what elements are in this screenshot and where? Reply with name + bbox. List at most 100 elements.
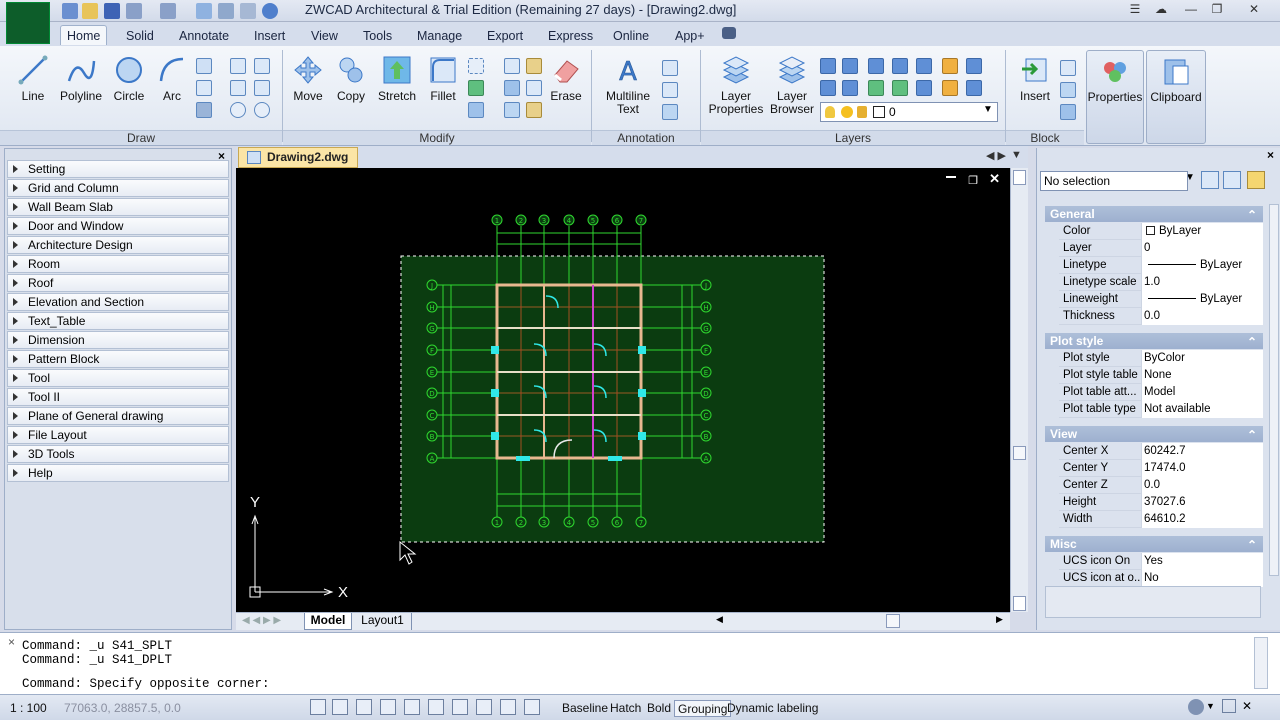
trim-icon[interactable]: [468, 58, 484, 74]
spline-icon[interactable]: [230, 58, 246, 74]
revcloud-icon[interactable]: [230, 80, 246, 96]
hscroll-left-icon[interactable]: ◀: [716, 614, 728, 628]
property-row[interactable]: Height 37027.6: [1059, 494, 1263, 511]
osnap-icon[interactable]: [404, 699, 420, 715]
properties-scrollbar[interactable]: [1269, 204, 1279, 576]
collapse-icon[interactable]: ⌃: [1247, 537, 1257, 553]
selection-dropdown[interactable]: No selection: [1040, 171, 1188, 191]
property-value[interactable]: 0.0: [1141, 477, 1263, 494]
scroll-thumb[interactable]: [1013, 446, 1026, 460]
open-folder-icon[interactable]: [82, 3, 98, 19]
quick-select-icon[interactable]: [1247, 171, 1265, 189]
property-row[interactable]: Lineweight ByLayer: [1059, 291, 1263, 308]
property-row[interactable]: Width 64610.2: [1059, 511, 1263, 528]
create-block-icon[interactable]: [1060, 60, 1076, 76]
layer-tool-9-icon[interactable]: [842, 80, 858, 96]
property-value[interactable]: 0: [1141, 240, 1263, 257]
layer-tool-14-icon[interactable]: [966, 80, 982, 96]
clipboard-button[interactable]: Clipboard: [1146, 50, 1206, 144]
undo-icon[interactable]: [126, 3, 142, 19]
collapse-icon[interactable]: ⌃: [1247, 334, 1257, 350]
menu-item[interactable]: Architecture Design: [7, 236, 229, 254]
property-value[interactable]: 0.0: [1141, 308, 1263, 325]
tab-model[interactable]: Model: [304, 613, 352, 630]
layer-tool-3-icon[interactable]: [868, 58, 884, 74]
otrack-icon[interactable]: [428, 699, 444, 715]
pencil-icon[interactable]: [526, 58, 542, 74]
hscroll-thumb[interactable]: [886, 614, 900, 628]
menu-item[interactable]: Tool: [7, 369, 229, 387]
menu-item[interactable]: Door and Window: [7, 217, 229, 235]
scale-icon[interactable]: [526, 80, 542, 96]
layer-tool-8-icon[interactable]: [820, 80, 836, 96]
layer-tool-2-icon[interactable]: [842, 58, 858, 74]
explode-icon[interactable]: [468, 102, 484, 118]
fullscreen-icon[interactable]: [1222, 699, 1236, 713]
new-file-icon[interactable]: [62, 3, 78, 19]
multiline-text-button[interactable]: A Multiline Text: [600, 50, 656, 126]
property-value[interactable]: 37027.6: [1141, 494, 1263, 511]
match-icon[interactable]: [526, 102, 542, 118]
plot-preview-icon[interactable]: [196, 3, 212, 19]
close-button[interactable]: ✕: [1232, 0, 1276, 18]
menu-item[interactable]: Plane of General drawing: [7, 407, 229, 425]
move-button[interactable]: Move: [288, 50, 328, 126]
property-row[interactable]: Linetype scale 1.0: [1059, 274, 1263, 291]
layer-properties-button[interactable]: Layer Properties: [706, 50, 766, 126]
property-value[interactable]: ByColor: [1141, 350, 1263, 367]
layer-tool-1-icon[interactable]: [820, 58, 836, 74]
collapse-icon[interactable]: ⌃: [1247, 207, 1257, 223]
settings-gear-icon[interactable]: [1188, 699, 1204, 715]
menu-item[interactable]: Wall Beam Slab: [7, 198, 229, 216]
copy-button[interactable]: Copy: [332, 50, 370, 126]
layer-tool-13-icon[interactable]: [942, 80, 958, 96]
help-icon[interactable]: [262, 3, 278, 19]
section-header-view[interactable]: View ⌃: [1045, 426, 1263, 442]
scroll-up-icon[interactable]: [1013, 170, 1026, 185]
tab-insert[interactable]: Insert: [248, 26, 291, 46]
property-value[interactable]: Yes: [1141, 553, 1263, 570]
layer-browser-button[interactable]: Layer Browser: [768, 50, 816, 126]
properties-panel-button[interactable]: Properties: [1086, 50, 1144, 144]
hatch-toggle[interactable]: Hatch: [610, 700, 641, 717]
grouping-toggle[interactable]: Grouping: [674, 700, 732, 717]
point-icon[interactable]: [196, 58, 212, 74]
tab-manage[interactable]: Manage: [411, 26, 468, 46]
menu-icon[interactable]: ☰: [1122, 0, 1148, 18]
property-value[interactable]: ByLayer: [1141, 291, 1263, 308]
menu-item[interactable]: Text_Table: [7, 312, 229, 330]
command-prompt[interactable]: Command: Specify opposite corner:: [22, 677, 270, 691]
restore-button[interactable]: ❐: [1204, 0, 1230, 18]
circle-button[interactable]: Circle: [110, 50, 148, 126]
print-icon[interactable]: [218, 3, 234, 19]
minimize-button[interactable]: —: [1178, 0, 1204, 18]
property-value[interactable]: ByLayer: [1141, 223, 1263, 240]
menu-item[interactable]: Help: [7, 464, 229, 482]
menu-item[interactable]: 3D Tools: [7, 445, 229, 463]
annotation-monitor-icon[interactable]: [524, 699, 540, 715]
tab-home[interactable]: Home: [60, 25, 108, 45]
property-row[interactable]: UCS icon at o... No: [1059, 570, 1263, 587]
property-row[interactable]: Plot style ByColor: [1059, 350, 1263, 367]
app-logo-icon[interactable]: [6, 2, 50, 44]
menu-item[interactable]: Elevation and Section: [7, 293, 229, 311]
insert-button[interactable]: Insert: [1012, 50, 1058, 126]
property-value[interactable]: 64610.2: [1141, 511, 1263, 528]
property-row[interactable]: UCS icon On Yes: [1059, 553, 1263, 570]
property-row[interactable]: Layer 0: [1059, 240, 1263, 257]
section-header-plot-style[interactable]: Plot style ⌃: [1045, 333, 1263, 349]
property-value[interactable]: None: [1141, 367, 1263, 384]
property-row[interactable]: Center Z 0.0: [1059, 477, 1263, 494]
offset-icon[interactable]: [504, 80, 520, 96]
menu-item[interactable]: File Layout: [7, 426, 229, 444]
snap-icon[interactable]: [310, 699, 326, 715]
menu-item[interactable]: Dimension: [7, 331, 229, 349]
ellipse-icon[interactable]: [196, 80, 212, 96]
tab-appplus[interactable]: App+: [669, 26, 711, 46]
menu-item[interactable]: Setting: [7, 160, 229, 178]
select-objects-icon[interactable]: [1223, 171, 1241, 189]
menu-item[interactable]: Pattern Block: [7, 350, 229, 368]
hscroll-right-icon[interactable]: ▶: [996, 614, 1008, 628]
hatch-icon[interactable]: [196, 102, 212, 118]
tab-scroll-icon[interactable]: ◀ ▶: [986, 149, 1006, 162]
